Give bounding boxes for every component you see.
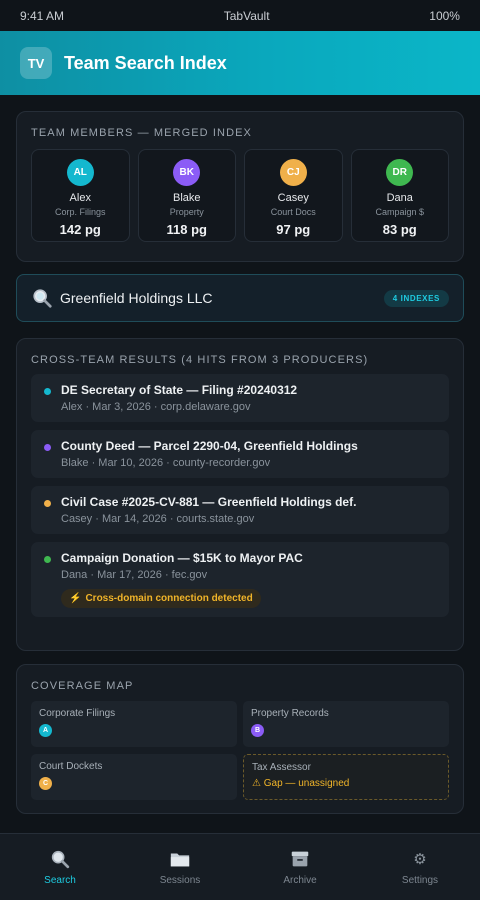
nav-label: Sessions — [159, 875, 201, 886]
member-page-count: 97 pg — [276, 222, 311, 237]
result-title: Campaign Donation — $15K to Mayor PAC — [61, 551, 303, 565]
coverage-owner-badge: C — [39, 777, 52, 790]
coverage-grid: Corporate Filings A Property Records B C… — [31, 701, 449, 800]
result-item[interactable]: Civil Case #2025-CV-881 — Greenfield Hol… — [31, 486, 449, 534]
nav-item-search[interactable]: Search — [0, 834, 120, 900]
result-item[interactable]: DE Secretary of State — Filing #20240312… — [31, 374, 449, 422]
result-item[interactable]: Campaign Donation — $15K to Mayor PAC Da… — [31, 542, 449, 617]
app-logo: TV — [20, 47, 52, 79]
coverage-owner-badge: B — [251, 724, 264, 737]
results-card: CROSS-TEAM RESULTS (4 HITS FROM 3 PRODUC… — [16, 338, 464, 651]
search-bar[interactable]: 4 INDEXES — [16, 274, 464, 322]
search-icon — [33, 289, 52, 308]
result-meta: Casey · Mar 14, 2026 · courts.state.gov — [61, 513, 255, 525]
result-title: DE Secretary of State — Filing #20240312 — [61, 383, 298, 397]
coverage-gap-warning: ⚠ Gap — unassigned — [252, 778, 350, 789]
status-battery: 100% — [429, 8, 460, 23]
member-name: Casey — [277, 192, 309, 204]
nav-item-archive[interactable]: Archive — [240, 834, 360, 900]
member-domain: Property — [169, 207, 204, 217]
member-page-count: 142 pg — [59, 222, 101, 237]
nav-item-sessions[interactable]: Sessions — [120, 834, 240, 900]
cross-domain-alert-chip[interactable]: ⚡ Cross-domain connection detected — [61, 589, 261, 608]
member-card-alex[interactable]: AL Alex Corp. Filings 142 pg — [31, 149, 130, 242]
result-meta: Dana · Mar 17, 2026 · fec.gov — [61, 569, 208, 581]
gear-icon: ⚙ — [413, 851, 427, 868]
member-page-count: 83 pg — [382, 222, 417, 237]
coverage-cell-corporate-filings[interactable]: Corporate Filings A — [31, 701, 237, 747]
page-title: Team Search Index — [64, 52, 227, 73]
status-time: 9:41 AM — [20, 8, 65, 23]
result-meta: Blake · Mar 10, 2026 · county-recorder.g… — [61, 457, 271, 469]
coverage-domain-name: Tax Assessor — [252, 762, 311, 773]
member-name: Alex — [69, 192, 91, 204]
search-icon — [51, 850, 70, 869]
result-item[interactable]: County Deed — Parcel 2290-04, Greenfield… — [31, 430, 449, 478]
coverage-cell-court-dockets[interactable]: Court Dockets C — [31, 754, 237, 800]
avatar: CJ — [279, 159, 307, 186]
results-list: DE Secretary of State — Filing #20240312… — [31, 374, 449, 617]
result-title: Civil Case #2025-CV-881 — Greenfield Hol… — [61, 495, 357, 509]
bottom-navigation: Search Sessions Archive ⚙ Settings — [0, 833, 480, 900]
folder-icon — [170, 853, 190, 867]
avatar: AL — [66, 159, 94, 186]
main-content: TEAM MEMBERS — MERGED INDEX AL Alex Corp… — [0, 95, 480, 833]
coverage-cell-property-records[interactable]: Property Records B — [243, 701, 449, 747]
members-row: AL Alex Corp. Filings 142 pg BK Blake Pr… — [31, 149, 449, 242]
status-bar: 9:41 AM TabVault 100% — [0, 0, 480, 31]
status-carrier: TabVault — [223, 8, 270, 23]
producer-dot — [44, 500, 51, 507]
coverage-domain-name: Court Dockets — [39, 761, 103, 772]
results-label: CROSS-TEAM RESULTS (4 HITS FROM 3 PRODUC… — [31, 354, 369, 366]
coverage-domain-name: Corporate Filings — [39, 708, 116, 719]
member-domain: Corp. Filings — [54, 207, 106, 217]
producer-dot — [44, 556, 51, 563]
member-name: Dana — [386, 192, 413, 204]
nav-label: Settings — [401, 875, 439, 886]
app-header: TV Team Search Index — [0, 31, 480, 95]
member-card-dana[interactable]: DR Dana Campaign $ 83 pg — [350, 149, 449, 242]
nav-label: Archive — [283, 875, 317, 886]
team-members-label: TEAM MEMBERS — MERGED INDEX — [31, 127, 252, 139]
member-card-blake[interactable]: BK Blake Property 118 pg — [137, 149, 236, 242]
lightning-icon: ⚡ — [69, 593, 82, 604]
alert-text: Cross-domain connection detected — [85, 593, 253, 604]
nav-label: Search — [44, 875, 76, 886]
search-input[interactable] — [60, 290, 384, 306]
nav-item-settings[interactable]: ⚙ Settings — [360, 834, 480, 900]
result-title: County Deed — Parcel 2290-04, Greenfield… — [61, 439, 358, 453]
avatar: DR — [386, 159, 414, 186]
team-members-card: TEAM MEMBERS — MERGED INDEX AL Alex Corp… — [16, 111, 464, 262]
member-page-count: 118 pg — [166, 222, 207, 237]
archive-icon — [291, 851, 309, 867]
member-domain: Court Docs — [270, 207, 316, 217]
producer-dot — [44, 444, 51, 451]
avatar: BK — [173, 159, 201, 186]
result-meta: Alex · Mar 3, 2026 · corp.delaware.gov — [61, 401, 251, 413]
coverage-cell-tax-assessor[interactable]: Tax Assessor ⚠ Gap — unassigned — [243, 754, 449, 800]
member-domain: Campaign $ — [375, 207, 425, 217]
producer-dot — [44, 388, 51, 395]
coverage-map-card: COVERAGE MAP Corporate Filings A Propert… — [16, 664, 464, 814]
coverage-owner-badge: A — [39, 724, 52, 737]
coverage-map-label: COVERAGE MAP — [31, 680, 134, 692]
member-name: Blake — [172, 192, 201, 204]
index-count-badge: 4 INDEXES — [383, 289, 449, 307]
member-card-casey[interactable]: CJ Casey Court Docs 97 pg — [244, 149, 343, 242]
coverage-domain-name: Property Records — [251, 708, 329, 719]
